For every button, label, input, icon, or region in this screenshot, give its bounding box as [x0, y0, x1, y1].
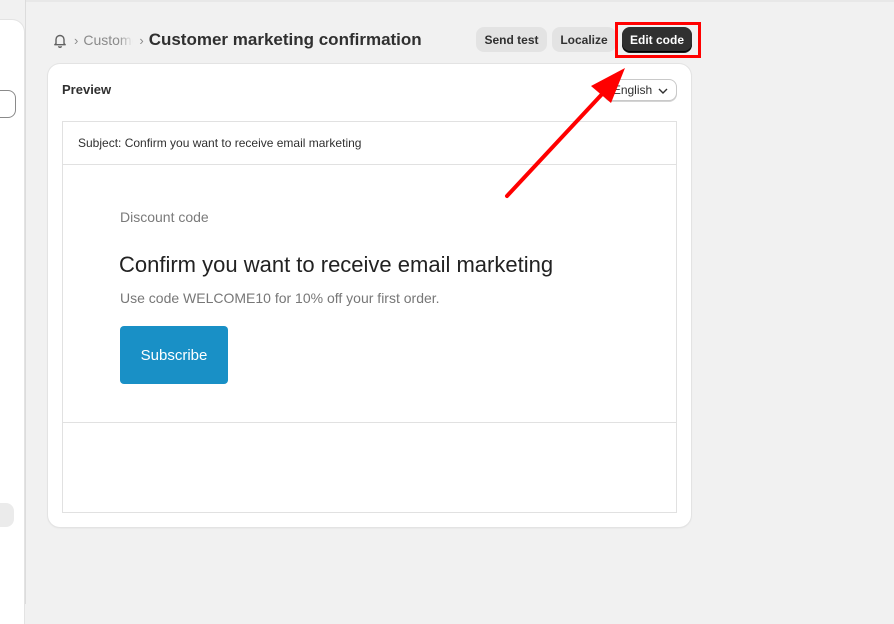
email-body-text: Use code WELCOME10 for 10% off your firs… — [120, 290, 440, 306]
email-subject-row: Subject: Confirm you want to receive ema… — [63, 122, 676, 165]
email-shop-name: Discount code — [120, 209, 209, 225]
localize-button[interactable]: Localize — [552, 27, 616, 52]
side-panel — [0, 0, 26, 624]
top-divider — [0, 0, 894, 2]
annotation-highlight-box — [615, 22, 701, 58]
breadcrumb-parent-link[interactable]: Customer notifications — [83, 32, 133, 48]
language-select[interactable]: English — [604, 79, 677, 101]
send-test-button[interactable]: Send test — [476, 27, 547, 52]
subscribe-button[interactable]: Subscribe — [120, 326, 228, 384]
chevron-right-icon: › — [74, 32, 79, 48]
email-subject: Subject: Confirm you want to receive ema… — [78, 136, 362, 150]
chevron-right-icon: › — [139, 32, 144, 48]
bell-icon[interactable] — [52, 32, 68, 48]
language-value: English — [612, 83, 653, 97]
side-search-field[interactable] — [0, 90, 16, 118]
preview-title: Preview — [62, 82, 112, 97]
page-title: Customer marketing confirmation — [148, 30, 422, 49]
email-footer-divider — [63, 422, 676, 423]
preview-card: Preview English Subject: Confirm you wan… — [48, 64, 691, 527]
email-preview-frame: Subject: Confirm you want to receive ema… — [62, 121, 677, 513]
chevron-down-icon — [658, 83, 668, 97]
email-heading: Confirm you want to receive email market… — [119, 252, 554, 277]
side-nav-item[interactable] — [0, 503, 14, 527]
